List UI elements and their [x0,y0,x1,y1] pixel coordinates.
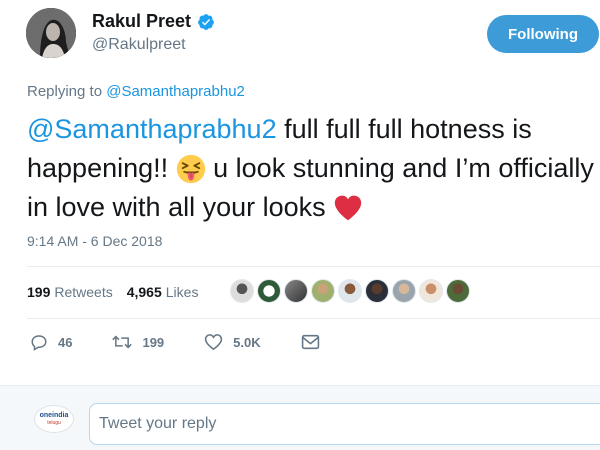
likers-avatars [230,279,473,303]
retweets-count: 199 [27,284,51,300]
tweet-timestamp[interactable]: 9:14 AM - 6 Dec 2018 [27,233,162,249]
reply-count: 46 [58,334,73,350]
verified-badge-icon [198,13,214,30]
liker-avatar[interactable] [365,279,389,303]
liker-avatar[interactable] [419,279,443,303]
liker-avatar[interactable] [284,279,308,303]
heart-icon [204,334,223,351]
likes-count: 4,965 [126,284,162,300]
replying-to-prefix: Replying to [27,83,103,100]
profile-avatar[interactable] [26,8,76,58]
author-handle[interactable]: @Rakulpreet [92,36,186,54]
tweet-text: @Samanthaprabhu2 full full full hotness … [27,110,597,227]
liker-avatar[interactable] [230,279,254,303]
liker-avatar[interactable] [446,279,470,303]
retweet-action[interactable]: 199 [112,333,164,351]
liker-avatar[interactable] [392,279,416,303]
divider [27,266,600,267]
liker-avatar[interactable] [311,279,335,303]
divider [27,318,600,319]
replying-to-mention[interactable]: @Samanthaprabhu2 [106,83,245,100]
author-name-text[interactable]: Rakul Preet [92,11,191,32]
replying-to: Replying to @Samanthaprabhu2 [27,83,245,100]
liker-avatar[interactable] [338,279,362,303]
retweets-label: Retweets [54,284,113,300]
tweet-actions: 46 199 5.0K [30,333,370,351]
retweet-count: 199 [142,334,165,350]
following-button[interactable]: Following [487,15,599,53]
likes-stat[interactable]: 4,965 Likes [127,284,199,300]
reply-icon [31,335,47,351]
reply-input[interactable] [89,403,600,445]
author-name[interactable]: Rakul Preet [92,11,215,32]
engagement-stats: 199 Retweets 4,965 Likes [27,284,198,300]
brand-logo-line2: telugu [47,420,61,426]
reply-composer: oneindia telugu [0,385,600,450]
liker-avatar[interactable] [257,279,281,303]
likes-label: Likes [165,284,199,300]
tweet-mention[interactable]: @Samanthaprabhu2 [27,114,277,144]
direct-message-action[interactable] [301,334,330,350]
brand-logo: oneindia telugu [34,405,74,433]
squinting-tongue-emoji-icon [176,154,205,184]
red-heart-emoji-icon [334,195,362,221]
like-action[interactable]: 5.0K [204,333,261,351]
brand-logo-line1: oneindia [39,412,69,419]
retweet-icon [112,335,133,349]
like-count: 5.0K [233,334,261,350]
envelope-icon [301,334,319,350]
retweets-stat[interactable]: 199 Retweets [27,284,113,300]
reply-action[interactable]: 46 [30,333,72,351]
